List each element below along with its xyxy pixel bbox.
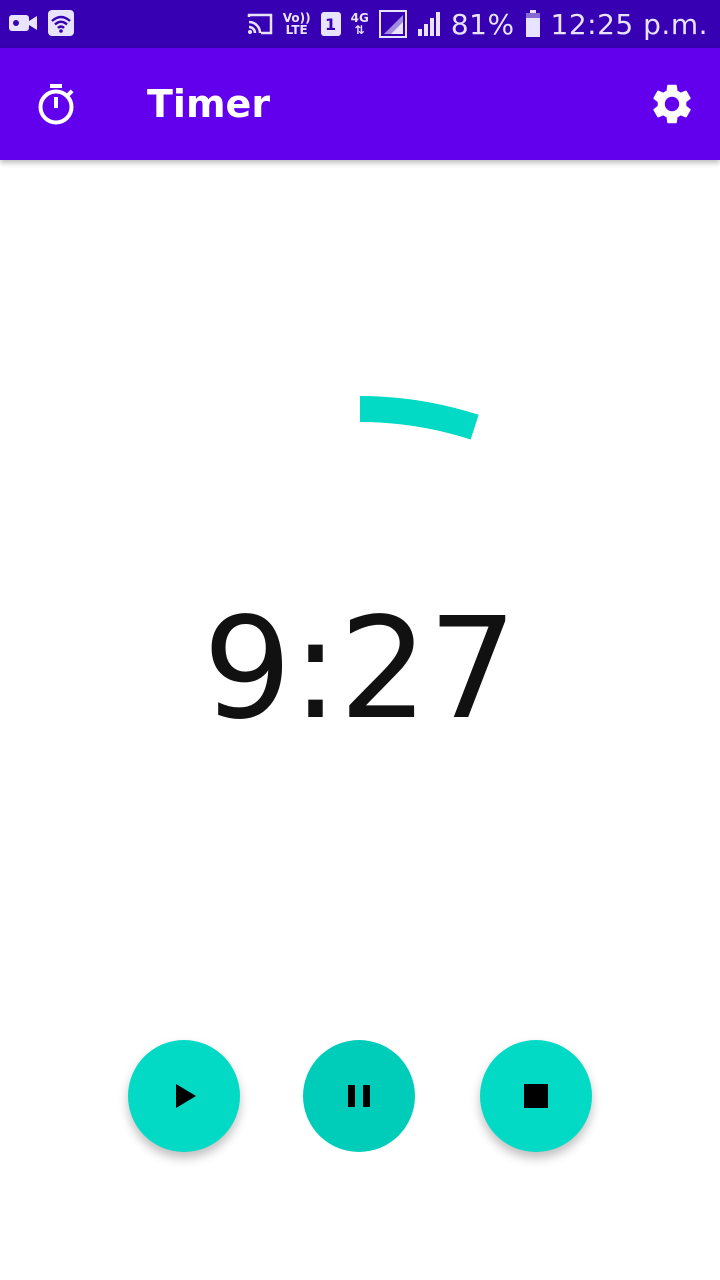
time-remaining-display: 9:27 [202, 588, 518, 751]
app-title: Timer [147, 82, 271, 126]
signal-sim2-icon [417, 12, 440, 36]
status-bar-right: Vo)) LTE 1 4G ⇅ 81% 12:25 p.m. [247, 0, 708, 48]
lte-label: LTE [285, 23, 308, 37]
gear-icon[interactable] [648, 80, 696, 128]
network-type-indicator: 4G ⇅ [351, 12, 369, 36]
timer-icon [38, 84, 74, 125]
video-camera-icon [9, 15, 37, 31]
play-button[interactable] [128, 1040, 240, 1152]
status-bar: Vo)) LTE 1 4G ⇅ 81% 12:25 p.m. [0, 0, 720, 48]
progress-arc [360, 396, 479, 440]
status-time: 12:25 p.m. [550, 7, 708, 41]
progress-arc-segment [360, 396, 479, 440]
status-bar-left [8, 10, 74, 36]
stop-icon [524, 1084, 548, 1108]
signal-sim1-icon [378, 10, 407, 38]
stop-button[interactable] [480, 1040, 592, 1152]
data-arrows-icon: ⇅ [354, 23, 365, 37]
battery-percent: 81% [450, 7, 515, 41]
pause-icon [348, 1085, 370, 1107]
sim-slot-badge: 1 [320, 12, 341, 36]
pause-button[interactable] [303, 1040, 415, 1152]
cast-icon [247, 13, 273, 35]
play-icon [176, 1084, 196, 1108]
battery-icon [525, 10, 540, 37]
app-bar: Timer [0, 48, 720, 160]
volte-indicator: Vo)) LTE [283, 12, 311, 36]
wifi-icon [48, 10, 74, 36]
